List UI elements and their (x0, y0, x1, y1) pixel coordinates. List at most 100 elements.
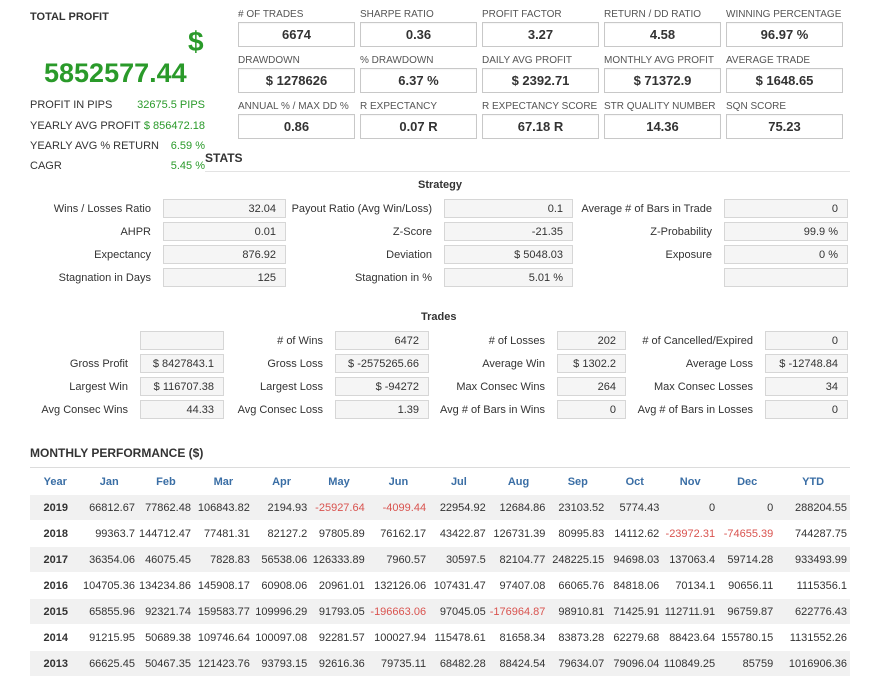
field-label: Average Win (482, 358, 545, 370)
value-cell: 159583.77 (193, 598, 253, 625)
table-row: 2017 36354.06 46075.45 7828.83 56538.06 12633… (30, 546, 850, 573)
row-label: CAGR (30, 160, 62, 172)
column-header[interactable]: Jan (81, 470, 138, 495)
metric-value: 6.37 % (360, 68, 477, 93)
value-cell: 76162.17 (380, 527, 427, 540)
value-cell: 106843.82 (193, 494, 253, 521)
metric-profit-factor: PROFIT FACTOR 3.27 (482, 9, 599, 47)
value-cell: 20961.01 (318, 579, 365, 592)
value-cell: 98910.81 (548, 598, 608, 625)
field-label: Largest Loss (260, 381, 323, 393)
field-value: 34 (765, 377, 848, 396)
field-value: 5.01 % (444, 268, 573, 287)
column-header[interactable]: Oct (607, 470, 662, 495)
column-header[interactable]: YTD (776, 470, 850, 495)
column-header[interactable]: Jun (368, 470, 429, 495)
total-profit-value: 5852577.44 (44, 58, 187, 88)
value-cell: 933493.99 (776, 546, 850, 573)
metric-value: 6674 (238, 22, 355, 47)
value-cell: 5774.43 (607, 494, 663, 521)
value-cell: 59714.28 (718, 546, 777, 573)
value-cell: -23972.31 (665, 527, 716, 540)
value-cell: 100097.08 (255, 631, 308, 644)
field-value: 0 (765, 400, 848, 419)
value-cell: 36354.06 (80, 546, 138, 573)
metric-daily-avg-profit: DAILY AVG PROFIT $ 2392.71 (482, 55, 599, 93)
table-header-row: Year Jan Feb Mar Apr May Jun Jul Aug Sep Oct Nov Dec… (30, 470, 850, 495)
value-cell: -176964.87 (488, 598, 549, 625)
value-cell: 1016906.36 (776, 650, 850, 676)
value-cell: 77862.48 (137, 494, 194, 521)
column-header[interactable]: Year (30, 470, 81, 495)
column-header[interactable]: Nov (662, 470, 718, 495)
value-cell: 144712.47 (138, 527, 191, 540)
value-cell: 83873.28 (558, 631, 605, 644)
value-cell: 155780.15 (721, 631, 774, 644)
field-value: $ -12748.84 (765, 354, 848, 373)
year-cell: 2015 (30, 598, 81, 625)
field-label: Wins / Losses Ratio (53, 203, 151, 215)
year-cell: 2018 (43, 527, 68, 540)
trades-heading: Trades (421, 311, 457, 323)
metric-value: 0.07 R (360, 114, 477, 139)
value-cell: 90656.11 (728, 579, 774, 592)
metric-label: DAILY AVG PROFIT (482, 55, 573, 66)
value-cell: 2194.93 (252, 494, 311, 521)
value-cell: 1115356.1 (796, 579, 847, 592)
metric-label: WINNING PERCENTAGE (726, 9, 842, 20)
year-cell: 2013 (30, 650, 81, 676)
column-header[interactable]: Sep (548, 470, 607, 495)
metric-label: ANNUAL % / MAX DD % (238, 101, 349, 112)
field-label: Avg Consec Loss (237, 404, 323, 416)
value-cell: 248225.15 (548, 546, 608, 573)
value-cell: 70134.1 (675, 579, 716, 592)
value-cell: -4099.44 (367, 494, 430, 521)
value-cell: 288204.55 (776, 494, 850, 521)
field-value: $ 116707.38 (140, 377, 224, 396)
metric-value: $ 1278626 (238, 68, 355, 93)
column-header[interactable]: Jul (429, 470, 489, 495)
value-cell: 744287.75 (795, 527, 847, 540)
metric-value: 3.27 (482, 22, 599, 47)
value-cell: 71425.91 (607, 598, 663, 625)
value-cell: 97407.08 (499, 579, 546, 592)
value-cell: 99363.7 (95, 527, 135, 540)
column-header[interactable]: May (310, 470, 367, 495)
yearly-avg-profit-row: YEARLY AVG PROFIT $ 856472.18 (30, 120, 205, 132)
field-value: 876.92 (163, 245, 286, 264)
metric-label: SHARPE RATIO (360, 9, 434, 20)
value-cell: 66812.67 (80, 494, 138, 521)
value-cell: 91793.05 (310, 598, 368, 625)
column-header[interactable]: Apr (253, 470, 310, 495)
metric-value: $ 2392.71 (482, 68, 599, 93)
column-header[interactable]: Dec (718, 470, 776, 495)
value-cell: 97045.05 (429, 598, 489, 625)
value-cell: 43422.87 (439, 527, 486, 540)
row-label: PROFIT IN PIPS (30, 99, 113, 111)
metric-value: $ 71372.9 (604, 68, 721, 93)
field-value: 1.39 (335, 400, 429, 419)
column-header[interactable]: Feb (138, 470, 194, 495)
value-cell: 93793.15 (252, 650, 311, 676)
value-cell: 85759 (718, 650, 777, 676)
metric-average-trade: AVERAGE TRADE $ 1648.65 (726, 55, 843, 93)
field-label: # of Losses (488, 335, 545, 347)
metric-value: 96.97 % (726, 22, 843, 47)
column-header[interactable]: Aug (489, 470, 549, 495)
value-cell: 81658.34 (499, 631, 546, 644)
metric-annual-max-dd: ANNUAL % / MAX DD % 0.86 (238, 101, 355, 139)
metric-percent-drawdown: % DRAWDOWN 6.37 % (360, 55, 477, 93)
value-cell: 14112.62 (614, 527, 660, 540)
field-label: Exposure (665, 249, 712, 261)
value-cell: 46075.45 (137, 546, 194, 573)
metric-label: AVERAGE TRADE (726, 55, 811, 66)
value-cell: 134234.86 (138, 579, 191, 592)
field-value: 0.01 (163, 222, 286, 241)
value-cell: 65855.96 (80, 598, 138, 625)
metric-monthly-avg-profit: MONTHLY AVG PROFIT $ 71372.9 (604, 55, 721, 93)
field-label: Gross Loss (267, 358, 323, 370)
metric-label: RETURN / DD RATIO (604, 9, 702, 20)
value-cell: 23103.52 (548, 494, 608, 521)
year-cell: 2014 (43, 631, 68, 644)
column-header[interactable]: Mar (194, 470, 253, 495)
